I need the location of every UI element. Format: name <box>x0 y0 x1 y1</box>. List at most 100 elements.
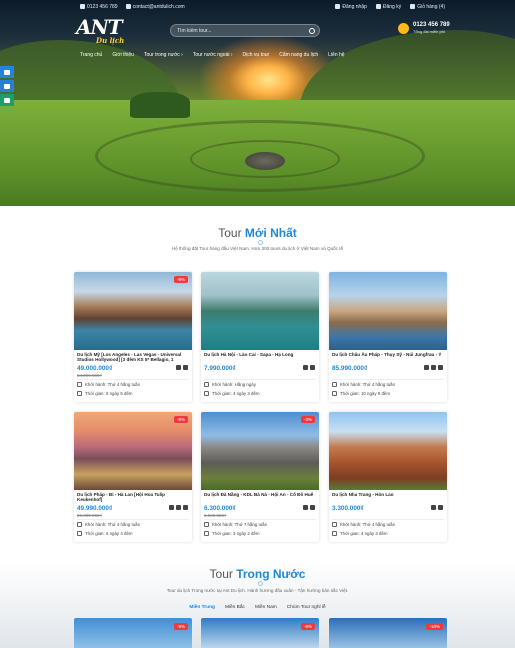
transport-icons <box>176 365 188 370</box>
tour-card-domestic[interactable]: -10% <box>329 618 447 648</box>
search-icon[interactable] <box>309 28 315 34</box>
tab-central[interactable]: Miền Trung <box>189 604 215 611</box>
nav-contact[interactable]: Liên hệ <box>323 50 349 60</box>
tour-image <box>329 272 447 350</box>
phone-icon <box>398 22 409 34</box>
tab-south[interactable]: Miền Nam <box>255 604 277 611</box>
calendar-icon <box>332 522 337 527</box>
nav-domestic[interactable]: Tour trong nước › <box>139 50 188 60</box>
tour-title[interactable]: Du lịch Mỹ [Los Angeles - Las Vegas - Un… <box>77 352 189 363</box>
card-divider <box>77 519 189 520</box>
login-link[interactable]: Đăng nhập <box>335 4 367 10</box>
nav-guide[interactable]: Cẩm nang du lịch <box>274 50 323 60</box>
phone-icon <box>4 97 10 103</box>
main-nav: Trang chủ Giới thiệu Tour trong nước › T… <box>75 50 350 60</box>
hero-fire-pit <box>245 152 285 170</box>
calendar-icon <box>204 522 209 527</box>
card-divider <box>332 519 444 520</box>
hotline[interactable]: 0123 456 789 Tổng đài miễn phí <box>398 22 450 34</box>
hotline-number: 0123 456 789 <box>413 22 450 28</box>
tour-image <box>74 412 192 490</box>
zalo-button[interactable] <box>0 80 14 92</box>
tour-price: 3.300.000₫ <box>332 505 364 512</box>
social-float <box>0 66 14 108</box>
tour-image <box>201 412 319 490</box>
tour-title[interactable]: Du lịch Châu Âu Pháp - Thụy Sỹ - Núi Jun… <box>332 352 444 363</box>
tour-card-domestic[interactable]: -9% <box>201 618 319 648</box>
transport-icons <box>303 365 315 370</box>
transport-icons <box>303 505 315 510</box>
tour-duration: Thời gian: 5 ngày 4 đêm <box>77 531 133 536</box>
region-tabs: Miền Trung Miền Bắc Miền Nam Chùm Tour n… <box>0 604 515 611</box>
plane-icon <box>438 505 443 510</box>
tour-card[interactable]: Du lịch Châu Âu Pháp - Thụy Sỹ - Núi Jun… <box>329 272 447 402</box>
calendar-icon <box>77 522 82 527</box>
title-divider-icon <box>258 581 263 586</box>
plane-icon <box>310 505 315 510</box>
title-divider-icon <box>258 240 263 245</box>
tour-title[interactable]: Du lịch Đà Nẵng - KDL Bà Nà - Hội An - C… <box>204 492 316 503</box>
calendar-icon <box>332 382 337 387</box>
tab-holiday[interactable]: Chùm Tour nghỉ lễ <box>287 604 326 611</box>
tour-depart: Khởi hành: Thứ 7 hằng tuần <box>204 522 267 527</box>
card-divider <box>204 519 316 520</box>
tour-depart: Khởi hành: Thứ 4 hằng tuần <box>77 382 140 387</box>
bus-icon <box>431 505 436 510</box>
plane-icon <box>310 365 315 370</box>
tour-card-domestic[interactable]: -9% <box>74 618 192 648</box>
phone-icon <box>80 4 85 10</box>
bus-icon <box>169 505 174 510</box>
nav-about[interactable]: Giới thiệu <box>107 50 139 60</box>
card-divider <box>332 379 444 380</box>
tour-price: 49.000.000₫ <box>77 365 113 372</box>
nav-services[interactable]: Dịch vụ tour <box>238 50 275 60</box>
tour-title[interactable]: Du lịch Nha Trang - Hòn Lao <box>332 492 444 503</box>
discount-badge: -9% <box>173 276 188 283</box>
plane-icon <box>183 505 188 510</box>
hotline-sub: Tổng đài miễn phí <box>413 29 446 34</box>
hotel-icon <box>176 505 181 510</box>
search-input[interactable] <box>177 26 305 36</box>
calendar-icon <box>77 382 82 387</box>
clock-icon <box>204 531 209 536</box>
tour-title[interactable]: Du lịch Hà Nội - Lào Cai - Sapa - Hạ Lon… <box>204 352 316 363</box>
mail-icon <box>125 4 131 10</box>
section-desc-newest: Hệ thống đặt Tour hàng đầu Việt Nam. Hơn… <box>171 246 344 251</box>
clock-icon <box>77 391 82 396</box>
messenger-icon <box>4 69 10 75</box>
call-button[interactable] <box>0 94 14 106</box>
nav-international[interactable]: Tour nước ngoài › <box>188 50 238 60</box>
messenger-button[interactable] <box>0 66 14 78</box>
tab-north[interactable]: Miền Bắc <box>225 604 245 611</box>
tour-duration: Thời gian: 10 ngày 9 đêm <box>332 391 390 396</box>
register-link[interactable]: Đăng ký <box>375 4 401 10</box>
tour-old-price: 6.500.000₫ <box>204 513 227 518</box>
tour-duration: Thời gian: 3 ngày 2 đêm <box>204 531 260 536</box>
tour-duration: Thời gian: 4 ngày 3 đêm <box>204 391 260 396</box>
tour-old-price: 54.000.000₫ <box>77 373 102 378</box>
tour-old-price: 55.000.000₫ <box>77 513 102 518</box>
cart-icon <box>410 4 416 10</box>
cart-link[interactable]: Giỏ hàng (4) <box>410 4 445 10</box>
tour-card[interactable]: -3% Du lịch Đà Nẵng - KDL Bà Nà - Hội An… <box>201 412 319 542</box>
tour-card[interactable]: -9% Du lịch Pháp - Bỉ - Hà Lan [Hội Hoa … <box>74 412 192 542</box>
topbar-phone[interactable]: 0123 456 789 <box>80 4 118 10</box>
tour-title[interactable]: Du lịch Pháp - Bỉ - Hà Lan [Hội Hoa Tuli… <box>77 492 189 503</box>
tour-card[interactable]: -9% Du lịch Mỹ [Los Angeles - Las Vegas … <box>74 272 192 402</box>
site-logo[interactable]: ANT Du lịch <box>76 15 138 45</box>
discount-badge: -9% <box>300 623 315 630</box>
tour-image <box>74 272 192 350</box>
tour-card[interactable]: Du lịch Hà Nội - Lào Cai - Sapa - Hạ Lon… <box>201 272 319 402</box>
topbar-email[interactable]: contact@antdulich.com <box>125 4 185 10</box>
clock-icon <box>332 531 337 536</box>
search-bar <box>170 24 320 37</box>
clock-icon <box>77 531 82 536</box>
tour-image <box>201 272 319 350</box>
card-divider <box>77 379 189 380</box>
tour-price: 7.990.000₫ <box>204 365 236 372</box>
hotel-icon <box>431 365 436 370</box>
top-bar: 0123 456 789 contact@antdulich.com Đăng … <box>0 0 515 14</box>
plane-icon <box>438 365 443 370</box>
nav-home[interactable]: Trang chủ <box>75 50 107 60</box>
tour-card[interactable]: Du lịch Nha Trang - Hòn Lao 3.300.000₫ K… <box>329 412 447 542</box>
